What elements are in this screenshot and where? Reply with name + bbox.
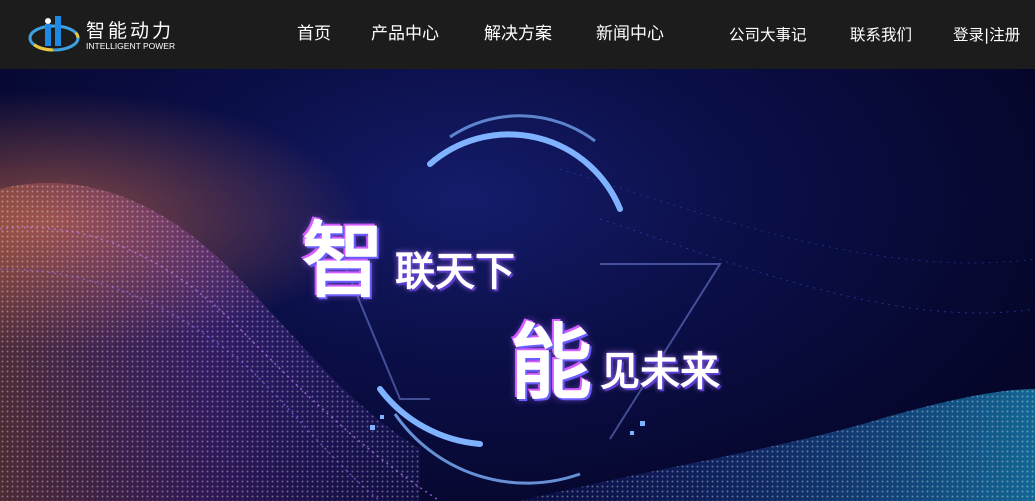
nav-milestones[interactable]: 公司大事记 <box>729 23 807 47</box>
slogan-line2-rest: 见未来 <box>600 349 720 395</box>
banner-background-art <box>0 69 1035 501</box>
nav-home[interactable]: 首页 <box>297 22 331 46</box>
nav-login-register[interactable]: 登录|注册 <box>953 23 1020 47</box>
brand-logo[interactable]: 智能动力 INTELLIGENT POWER <box>28 12 208 56</box>
slogan-big-char-2: 能 <box>510 316 593 411</box>
nav-solutions[interactable]: 解决方案 <box>484 22 552 46</box>
brand-name-cn: 智能动力 <box>86 20 175 42</box>
top-navigation-bar: 智能动力 INTELLIGENT POWER 首页 产品中心 解决方案 新闻中心… <box>0 0 1035 69</box>
logo-icon <box>28 16 80 52</box>
slogan-big-char-1: 智 <box>302 214 385 309</box>
slogan-line1-rest: 联天下 <box>395 249 515 295</box>
nav-products[interactable]: 产品中心 <box>371 22 439 46</box>
nav-news[interactable]: 新闻中心 <box>596 22 664 46</box>
brand-name-en: INTELLIGENT POWER <box>86 41 176 51</box>
nav-contact[interactable]: 联系我们 <box>850 23 912 47</box>
hero-banner[interactable]: 智 联天下 能 见未来 <box>0 69 1035 501</box>
